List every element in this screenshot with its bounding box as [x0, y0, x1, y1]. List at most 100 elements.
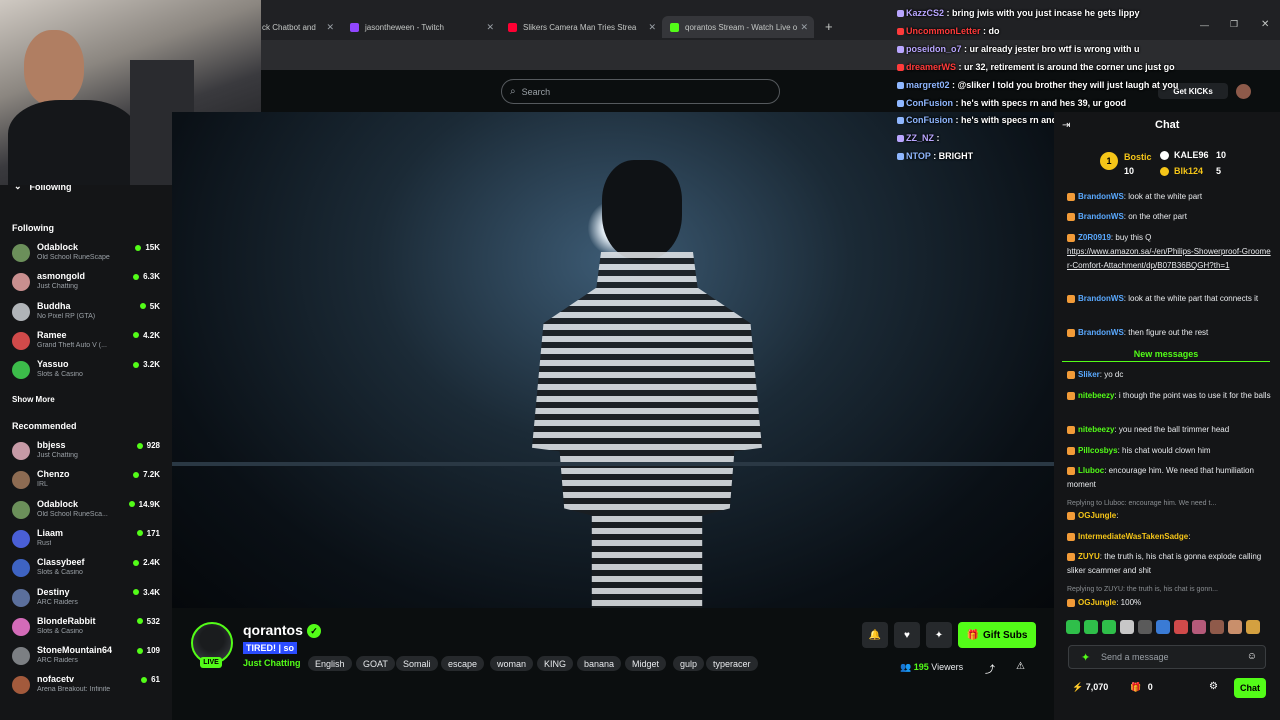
- viewer-count-value: 61: [151, 675, 160, 685]
- window-close-icon[interactable]: ✕: [1261, 19, 1269, 30]
- sidebar-channel-item[interactable]: Yassuo Slots & Casino 3.2K: [12, 358, 162, 384]
- emote-icon[interactable]: [1210, 620, 1224, 634]
- emote-icon[interactable]: [1066, 620, 1080, 634]
- stream-category[interactable]: Just Chatting: [243, 658, 301, 668]
- sidebar-channel-item[interactable]: Chenzo IRL 7.2K: [12, 468, 162, 494]
- sidebar-channel-item[interactable]: Liaam Rust 171: [12, 527, 162, 553]
- emote-icon[interactable]: [1138, 620, 1152, 634]
- collapse-chat-icon[interactable]: ⇥: [1062, 120, 1070, 131]
- browser-tab-active[interactable]: qorantos Stream - Watch Live o ✕: [662, 16, 814, 38]
- report-icon[interactable]: ⚠: [1016, 661, 1025, 672]
- chat-username[interactable]: ZUYU: [1078, 552, 1100, 561]
- emote-icon[interactable]: [1102, 620, 1116, 634]
- stream-tag[interactable]: gulp: [673, 656, 705, 671]
- channel-viewers: 7.2K: [133, 470, 160, 479]
- chat-username[interactable]: OGJungle: [1078, 511, 1116, 520]
- stream-tag[interactable]: banana: [577, 656, 622, 671]
- browser-tab-1[interactable]: ck Chatbot and ✕: [262, 16, 334, 38]
- close-icon[interactable]: ✕: [800, 22, 808, 33]
- share-icon[interactable]: ⤴: [985, 661, 995, 676]
- plus-icon[interactable]: +: [825, 19, 833, 34]
- emote-icon[interactable]: [1084, 620, 1098, 634]
- overlay-chat-user: ConFusion: [906, 98, 953, 108]
- user-avatar[interactable]: [1236, 84, 1251, 99]
- browser-tab-2[interactable]: jasontheween - Twitch ✕: [350, 16, 494, 38]
- close-icon[interactable]: ✕: [648, 22, 656, 33]
- chat-text: : then figure out the rest: [1123, 328, 1209, 337]
- channel-points[interactable]: ⚡ 7,070: [1072, 682, 1108, 693]
- stream-tag[interactable]: English: [308, 656, 352, 671]
- chat-send-button[interactable]: Chat: [1234, 678, 1266, 698]
- stream-tag[interactable]: GOAT: [356, 656, 395, 671]
- search-input[interactable]: ⌕ Search: [501, 79, 780, 104]
- gift-subs-button[interactable]: 🎁 Gift Subs: [958, 622, 1036, 648]
- settings-gear-icon[interactable]: ⚙: [1209, 681, 1218, 692]
- maximize-icon[interactable]: ❐: [1230, 19, 1238, 30]
- streamer-name[interactable]: qorantos: [243, 622, 303, 638]
- gifter-row[interactable]: KALE96 10: [1160, 150, 1240, 164]
- chat-message: Pillcosbys: his chat would clown him: [1067, 444, 1272, 458]
- stream-tag[interactable]: woman: [490, 656, 534, 671]
- channel-category: Slots & Casino: [37, 627, 83, 635]
- sidebar-channel-item[interactable]: bbjess Just Chatting 928: [12, 439, 162, 465]
- gifter-row[interactable]: Blk124 5: [1160, 166, 1240, 180]
- notification-bell-button[interactable]: 🔔: [862, 622, 888, 648]
- chat-username[interactable]: BrandonWS: [1078, 328, 1124, 337]
- stream-tag[interactable]: escape: [441, 656, 485, 671]
- chat-message: nitebeezy: i though the point was to use…: [1067, 389, 1272, 403]
- overlay-chat-text: : he's with specs rn and hes 39, ur good: [953, 98, 1127, 108]
- chat-username[interactable]: BrandonWS: [1078, 192, 1124, 201]
- channel-viewers: 2.4K: [133, 558, 160, 567]
- sidebar-channel-item[interactable]: Buddha No Pixel RP (GTA) 5K: [12, 300, 162, 326]
- sidebar-channel-item[interactable]: Classybeef Slots & Casino 2.4K: [12, 556, 162, 582]
- close-icon[interactable]: ✕: [326, 22, 334, 33]
- sidebar-channel-item[interactable]: BlondeRabbit Slots & Casino 532: [12, 615, 162, 641]
- minimize-icon[interactable]: —: [1200, 20, 1209, 30]
- new-messages-divider[interactable]: New messages: [1062, 348, 1270, 362]
- chat-link[interactable]: https://www.amazon.sa/-/en/Philips-Showe…: [1067, 247, 1271, 270]
- emote-icon[interactable]: [1246, 620, 1260, 634]
- sidebar-channel-item[interactable]: asmongold Just Chatting 6.3K: [12, 270, 162, 296]
- emote-picker-icon[interactable]: ✦: [1081, 651, 1090, 664]
- chat-message: BrandonWS: on the other part: [1067, 210, 1272, 224]
- chat-username[interactable]: BrandonWS: [1078, 212, 1124, 221]
- sidebar-channel-item[interactable]: Ramee Grand Theft Auto V (... 4.2K: [12, 329, 162, 355]
- follow-button[interactable]: ♥: [894, 622, 920, 648]
- emote-icon[interactable]: [1120, 620, 1134, 634]
- channel-category: Just Chatting: [37, 283, 78, 291]
- channel-viewers: 14.9K: [128, 500, 160, 509]
- emote-icon[interactable]: [1156, 620, 1170, 634]
- sidebar-channel-item[interactable]: Odablock Old School RuneScape 15K: [12, 241, 162, 267]
- chat-username[interactable]: nitebeezy: [1078, 391, 1114, 400]
- stream-tag[interactable]: Midget: [625, 656, 667, 671]
- browser-tab-3[interactable]: Slikers Camera Man Tries Strea ✕: [508, 16, 656, 38]
- emote-icon[interactable]: [1174, 620, 1188, 634]
- sidebar-channel-item[interactable]: StoneMountain64 ARC Raiders 109: [12, 644, 162, 670]
- sidebar-channel-item[interactable]: Destiny ARC Raiders 3.4K: [12, 586, 162, 612]
- tab-title: jasontheween - Twitch: [365, 22, 445, 32]
- sidebar-channel-item[interactable]: nofacetv Arena Breakout: Infinite 61: [12, 673, 162, 699]
- chat-username[interactable]: Lluboc: [1078, 466, 1104, 475]
- sidebar-channel-item[interactable]: Odablock Old School RuneSca... 14.9K: [12, 498, 162, 524]
- chat-username[interactable]: Pillcosbys: [1078, 446, 1118, 455]
- stream-tag[interactable]: KING: [537, 656, 574, 671]
- overlay-chat-line: ConFusion : he's with specs rn and hes 3…: [897, 98, 1126, 108]
- chat-username[interactable]: Sliker: [1078, 370, 1100, 379]
- show-more-link[interactable]: Show More: [12, 395, 55, 404]
- video-player[interactable]: [172, 112, 1054, 608]
- gift-count[interactable]: 🎁 0: [1130, 682, 1153, 693]
- chat-username[interactable]: OGJungle: [1078, 598, 1116, 607]
- stream-tag[interactable]: typeracer: [706, 656, 758, 671]
- chat-username[interactable]: Z0R0919: [1078, 233, 1111, 242]
- emote-icon[interactable]: [1228, 620, 1242, 634]
- gifter-rank-1[interactable]: 1 Bostic 10: [1100, 150, 1154, 178]
- chat-username[interactable]: BrandonWS: [1078, 294, 1124, 303]
- sparkle-button[interactable]: ✦: [926, 622, 952, 648]
- chat-username[interactable]: IntermediateWasTakenSadge: [1078, 532, 1188, 541]
- chat-message-input[interactable]: ✦ Send a message ☺: [1068, 645, 1266, 669]
- stream-tag[interactable]: Somali: [396, 656, 438, 671]
- emote-icon[interactable]: [1192, 620, 1206, 634]
- smiley-icon[interactable]: ☺: [1247, 651, 1257, 662]
- close-icon[interactable]: ✕: [486, 22, 494, 33]
- chat-username[interactable]: nitebeezy: [1078, 425, 1114, 434]
